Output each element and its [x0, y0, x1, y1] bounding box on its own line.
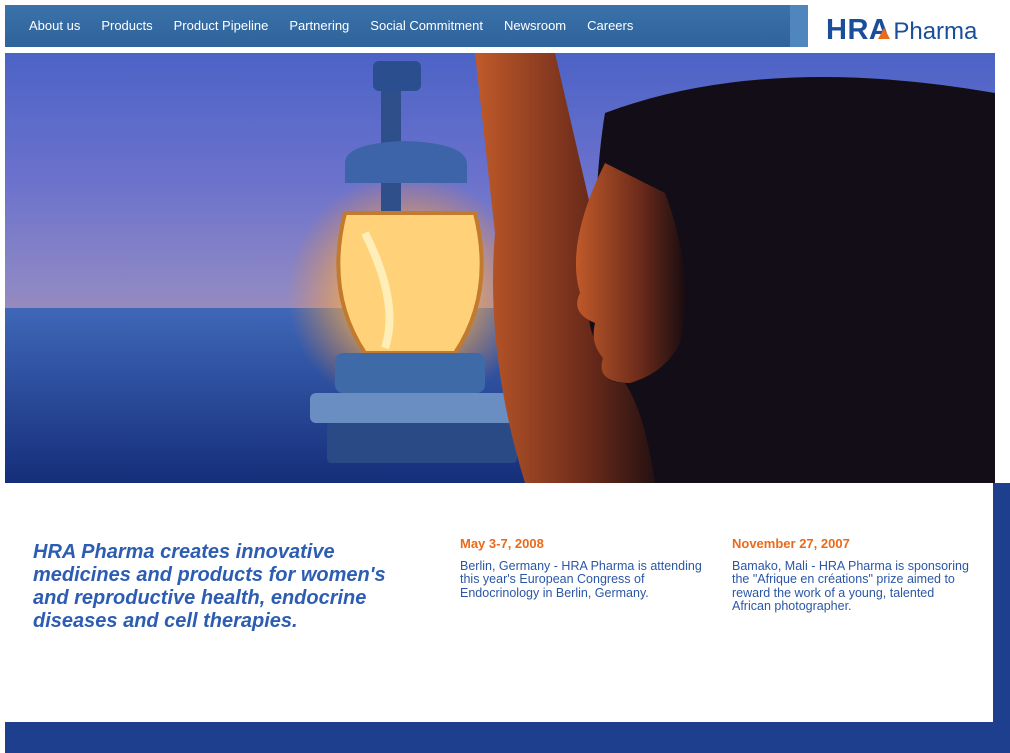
hra-pharma-logo[interactable]: HRA Pharma	[826, 14, 977, 48]
news-item[interactable]: November 27, 2007 Bamako, Mali - HRA Pha…	[732, 537, 972, 614]
logo-triangle-icon	[878, 28, 890, 39]
news-text: Bamako, Mali - HRA Pharma is sponsoring …	[732, 558, 969, 613]
footer-bar	[5, 722, 1010, 753]
company-tagline: HRA Pharma creates innovative medicines …	[33, 541, 386, 632]
nav-products[interactable]: Products	[101, 18, 152, 33]
top-navigation: About us Products Product Pipeline Partn…	[5, 5, 808, 47]
nav-social-commitment[interactable]: Social Commitment	[370, 18, 483, 33]
nav-about-us[interactable]: About us	[29, 18, 80, 33]
logo-pharma-text: Pharma	[893, 18, 978, 45]
nav-partnering[interactable]: Partnering	[289, 18, 349, 33]
nav-newsroom[interactable]: Newsroom	[504, 18, 566, 33]
news-date[interactable]: November 27, 2007	[732, 537, 972, 551]
hero-image	[5, 53, 995, 483]
right-accent-bar	[993, 483, 1010, 723]
woman-with-lantern-photo	[5, 53, 995, 483]
news-item[interactable]: May 3-7, 2008 Berlin, Germany - HRA Phar…	[460, 537, 710, 600]
news-text: Berlin, Germany - HRA Pharma is attendin…	[460, 558, 702, 600]
nav-edge-divider	[790, 5, 808, 47]
news-date[interactable]: May 3-7, 2008	[460, 537, 710, 551]
nav-careers[interactable]: Careers	[587, 18, 633, 33]
nav-product-pipeline[interactable]: Product Pipeline	[174, 18, 269, 33]
